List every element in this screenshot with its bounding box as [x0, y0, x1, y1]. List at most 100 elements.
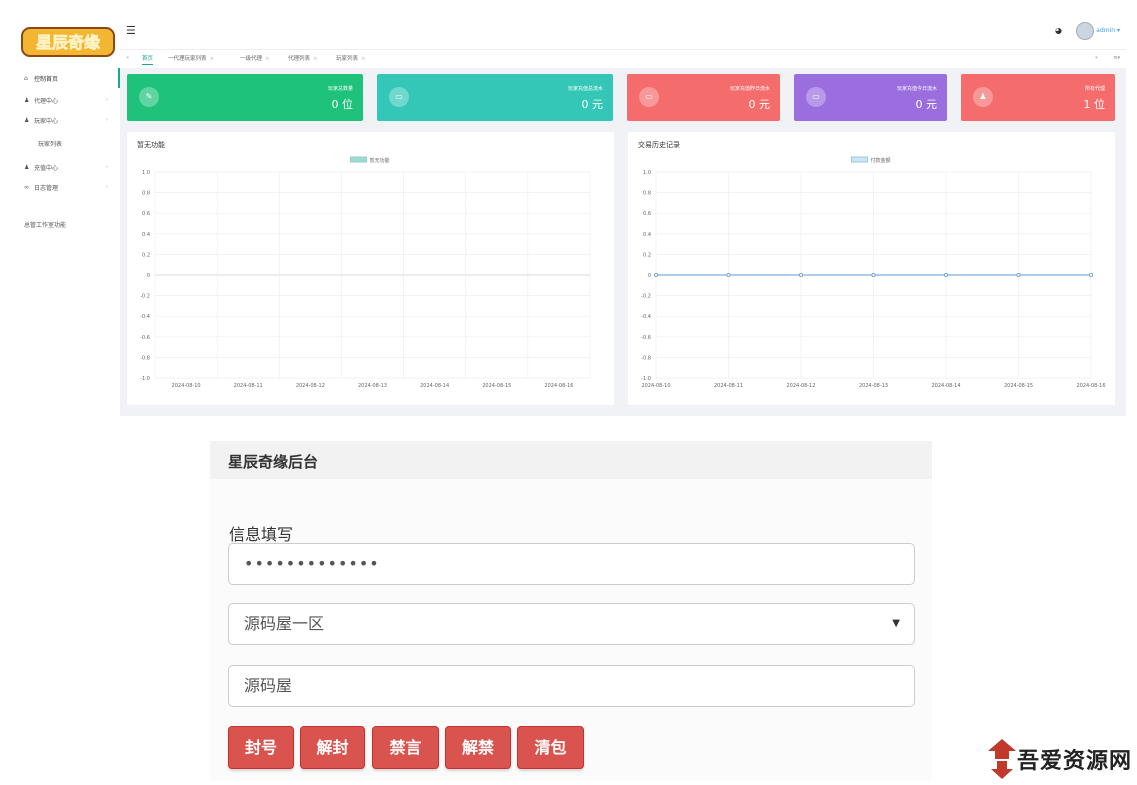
close-icon[interactable]: ×: [361, 56, 366, 62]
sidebar-item-studio[interactable]: 总管工作室功能: [14, 214, 120, 234]
x-tick-label: 2024-08-15: [1004, 383, 1033, 389]
y-tick-label: -0.8: [140, 355, 150, 361]
home-icon: ⌂: [24, 74, 28, 82]
tab-menu-icon[interactable]: ≡▾: [1113, 55, 1120, 61]
stat-card-today-recharge: ▭ 玩家充值今日流水 0 元: [794, 74, 947, 121]
logo-text: 星辰奇缘: [36, 33, 100, 52]
chart-panel-right: 交易历史记录 付款金额 1.0 0.8 0.6 0.4 0.2 0 -0.2 -0.4 -0.6 -…: [628, 132, 1115, 405]
tab-agent-list[interactable]: 代理列表 ×: [288, 53, 318, 65]
sidebar-item-label: 玩家列表: [38, 140, 63, 148]
tab-label: 一级代理: [240, 56, 263, 62]
close-icon[interactable]: ×: [313, 56, 318, 62]
ban-button[interactable]: 封号: [228, 726, 294, 769]
sidebar-item-agent-center[interactable]: ♟ 代理中心 ›: [14, 90, 120, 110]
x-tick-label: 2024-08-14: [420, 383, 449, 389]
sidebar-item-label: 充值中心: [34, 164, 59, 172]
clear-bag-button[interactable]: 清包: [517, 726, 584, 769]
watermark: 吾爱资源网: [985, 737, 1135, 781]
unban-button[interactable]: 解封: [300, 726, 365, 769]
tab-agent-player-list[interactable]: 一代理玩家列表 ×: [168, 53, 214, 65]
leaf-icon: ✎: [139, 87, 159, 107]
monitor-icon: ▭: [639, 87, 659, 107]
tab-label: 首页: [142, 56, 154, 62]
chart-transaction-history: 付款金额 1.0 0.8 0.6 0.4 0.2 0 -0.2 -0.4 -0.6 -0.8 -1.0…: [641, 156, 1106, 389]
chevron-down-icon: ›: [106, 117, 108, 123]
top-bar: ☰ ◕ admin ▾: [120, 14, 1126, 50]
tab-first-level-agent[interactable]: 一级代理 ×: [240, 53, 270, 65]
sidebar-item-label: 控制首页: [34, 75, 59, 83]
sidebar-item-label: 总管工作室功能: [24, 221, 67, 229]
x-tick-label: 2024-08-11: [234, 383, 263, 389]
tab-scroll-left-icon[interactable]: «: [126, 55, 129, 61]
y-tick-label: -0.2: [140, 294, 150, 300]
stat-label: 玩家总数量: [327, 86, 353, 92]
person-icon: ♟: [973, 87, 993, 107]
sidebar-item-recharge-center[interactable]: ♟ 充值中心 ›: [14, 157, 120, 177]
sidebar-item-log-management[interactable]: ∞ 日志管理 ›: [14, 177, 120, 197]
y-tick-label: -0.4: [641, 314, 651, 320]
link-icon: ∞: [24, 183, 29, 191]
player-name-field[interactable]: 源码屋: [228, 665, 915, 707]
y-tick-label: 1.0: [142, 170, 150, 176]
mute-button[interactable]: 禁言: [372, 726, 439, 769]
x-tick-label: 2024-08-13: [859, 383, 888, 389]
avatar[interactable]: [1076, 22, 1094, 40]
stat-label: 玩家充值昨日流水: [729, 86, 770, 92]
stat-card-yesterday-recharge: ▭ 玩家充值昨日流水 0 元: [627, 74, 780, 121]
y-tick-label: 0.2: [643, 252, 651, 258]
close-icon[interactable]: ×: [265, 56, 270, 62]
caret-down-icon: ▼: [892, 618, 900, 629]
watermark-text: 吾爱资源网: [1017, 748, 1133, 774]
tab-label: 代理列表: [288, 56, 311, 62]
tab-label: 玩家列表: [336, 56, 359, 62]
panel-title: 暂无功能: [137, 141, 165, 149]
y-tick-label: -1.0: [140, 376, 150, 382]
y-tick-label: -0.4: [140, 314, 150, 320]
monitor-icon: ▭: [389, 87, 409, 107]
sidebar-item-dashboard[interactable]: ⌂ 控制首页: [14, 68, 120, 88]
y-tick-label: 0.6: [643, 211, 651, 217]
server-select[interactable]: 源码屋一区 ▼: [228, 603, 915, 645]
tab-label: 一代理玩家列表: [168, 56, 207, 62]
sidebar-item-label: 玩家中心: [34, 117, 59, 125]
sidebar-item-player-center[interactable]: ♟ 玩家中心 ›: [14, 110, 120, 130]
data-point: [798, 273, 803, 278]
game-logo: 星辰奇缘: [21, 27, 115, 57]
y-tick-label: 0: [648, 273, 651, 279]
palette-icon[interactable]: ◕: [1055, 26, 1062, 35]
monitor-icon: ▭: [806, 87, 826, 107]
legend-swatch: [851, 156, 868, 163]
x-tick-label: 2024-08-12: [296, 383, 325, 389]
x-tick-label: 2024-08-15: [482, 383, 511, 389]
y-tick-label: 0.4: [643, 232, 651, 238]
x-tick-label: 2024-08-13: [358, 383, 387, 389]
user-menu[interactable]: admin ▾: [1096, 27, 1120, 34]
password-field[interactable]: •••••••••••••: [228, 543, 915, 585]
tabs-bar: « 首页 一代理玩家列表 × 一级代理 × 代理列表 × 玩家列表 × » ≡▾: [120, 50, 1126, 68]
y-tick-label: -1.0: [641, 376, 651, 382]
y-tick-label: 0: [147, 273, 150, 279]
stat-card-player-count: ✎ 玩家总数量 0 位: [127, 74, 363, 121]
close-icon[interactable]: ×: [210, 56, 215, 62]
unmute-button[interactable]: 解禁: [445, 726, 511, 769]
stat-label: 玩家充值总流水: [567, 86, 603, 92]
admin-form: 星辰奇缘后台 信息填写 ••••••••••••• 源码屋一区 ▼ 源码屋 封号…: [210, 441, 932, 781]
stat-value: 0 元: [915, 98, 938, 111]
section-label: 信息填写: [229, 525, 294, 544]
sidebar: 星辰奇缘 ⌂ 控制首页 ♟ 代理中心 › ♟ 玩家中心 › 玩家列表 ♟ 充值中…: [14, 14, 120, 416]
hamburger-menu-icon[interactable]: ☰: [126, 24, 136, 37]
tab-player-list[interactable]: 玩家列表 ×: [336, 53, 366, 65]
y-tick-label: 0.2: [142, 252, 150, 258]
sidebar-item-player-list[interactable]: 玩家列表: [14, 133, 120, 153]
tab-home[interactable]: 首页: [142, 53, 154, 65]
data-point: [1016, 273, 1021, 278]
user-icon: ♟: [24, 163, 30, 171]
panel-title: 交易历史记录: [638, 141, 680, 149]
y-tick-label: 1.0: [643, 170, 651, 176]
stat-value: 0 元: [581, 98, 604, 111]
stat-label: 所有代理: [1084, 86, 1105, 92]
tab-scroll-right-icon[interactable]: »: [1095, 55, 1098, 61]
stat-card-all-agents: ♟ 所有代理 1 位: [961, 74, 1115, 121]
form-header: 星辰奇缘后台: [210, 441, 932, 479]
y-tick-label: 0.8: [142, 191, 150, 197]
